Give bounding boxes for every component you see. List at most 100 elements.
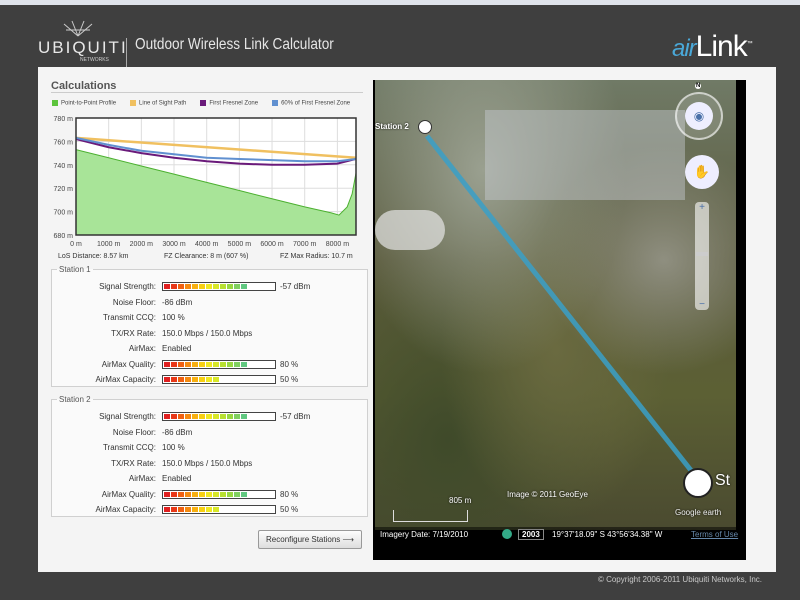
zoom-thumb[interactable] <box>696 252 708 256</box>
x-tick-label: 1000 m <box>97 241 121 248</box>
bar-segment <box>213 361 219 367</box>
station-title: Station 2 <box>59 395 91 404</box>
bar-segment <box>178 491 184 497</box>
bar-segment <box>164 507 170 512</box>
bar-segment <box>199 377 205 382</box>
signal-meter <box>162 282 276 291</box>
bar-segment <box>164 361 170 367</box>
legend-label: First Fresnel Zone <box>209 100 259 107</box>
signal-value: -57 dBm <box>280 282 311 291</box>
app-title: Outdoor Wireless Link Calculator <box>135 36 334 53</box>
bar-segment <box>192 361 198 367</box>
station1-marker-icon[interactable] <box>683 468 713 498</box>
rate-value: 150.0 Mbps / 150.0 Mbps <box>162 458 253 468</box>
capacity-value: 50 % <box>280 505 299 514</box>
stat-row: Transmit CCQ: 100 % <box>52 443 369 455</box>
reconfigure-stations-button[interactable]: Reconfigure Stations ⟶ <box>258 530 362 549</box>
bar-segment <box>192 507 198 512</box>
imagery-date: Imagery Date: 7/19/2010 <box>380 530 469 539</box>
bar-segment <box>206 377 212 382</box>
legend-item: 60% of First Fresnel Zone <box>272 100 350 107</box>
look-control[interactable]: ◉ <box>675 92 723 140</box>
stat-label: Noise Floor: <box>112 427 156 437</box>
bar-segment <box>185 414 191 419</box>
move-control[interactable]: ✋ <box>685 155 719 189</box>
bar-segment <box>185 377 191 382</box>
bar-segment <box>213 414 219 419</box>
legend-label: 60% of First Fresnel Zone <box>281 100 351 107</box>
bar-segment <box>192 284 198 289</box>
bar-segment <box>241 414 247 419</box>
bar-segment <box>178 507 184 512</box>
bar-segment <box>206 507 212 512</box>
bar-segment <box>171 491 177 497</box>
zoom-slider[interactable]: + − <box>695 202 709 310</box>
brand-name: UBIQUITI <box>38 38 128 57</box>
stat-row: AirMax Quality: 80 % <box>52 359 369 372</box>
station1-label: St <box>715 472 731 489</box>
terms-of-use-link[interactable]: Terms of Use <box>691 530 739 539</box>
bar-segment <box>220 414 226 419</box>
stat-label: AirMax Quality: <box>101 489 156 499</box>
quality-value: 80 % <box>280 489 299 499</box>
stat-label: AirMax: <box>128 474 156 483</box>
bar-segment <box>164 491 170 497</box>
zoom-in-icon[interactable]: + <box>695 202 709 213</box>
stat-row: AirMax Capacity: 50 % <box>52 505 369 517</box>
stat-row: Transmit CCQ: 100 % <box>52 313 369 325</box>
bar-segment <box>241 491 247 497</box>
airlink-logo: airLink™ <box>672 30 753 64</box>
los-distance: LoS Distance: 8.57 km <box>58 253 129 260</box>
stat-label: Noise Floor: <box>112 297 156 307</box>
stat-label: AirMax Quality: <box>101 359 156 369</box>
bar-segment <box>185 491 191 497</box>
bar-segment <box>227 414 233 419</box>
x-tick-label: 6000 m <box>260 241 284 248</box>
stat-row: TX/RX Rate: 150.0 Mbps / 150.0 Mbps <box>52 459 369 471</box>
bar-segment <box>213 507 219 512</box>
bar-segment <box>220 284 226 289</box>
legend-item: First Fresnel Zone <box>200 100 258 107</box>
bar-segment <box>199 361 205 367</box>
stat-label: AirMax: <box>128 344 156 353</box>
copyright: © Copyright 2006-2011 Ubiquiti Networks,… <box>597 575 762 584</box>
bar-segment <box>234 284 240 289</box>
bar-segment <box>192 414 198 419</box>
scale-bar <box>393 510 468 522</box>
coordinates: 19°37'18.09" S 43°56'34.38" W <box>552 530 663 539</box>
y-tick-label: 760 m <box>54 139 74 146</box>
chart-legend: Point-to-Point Profile Line of Sight Path… <box>52 100 350 107</box>
bar-segment <box>192 377 198 382</box>
stat-label: Transmit CCQ: <box>102 443 156 452</box>
historical-imagery-clock-icon[interactable] <box>502 529 512 539</box>
legend-item: Point-to-Point Profile <box>52 100 116 107</box>
tm: ™ <box>746 41 753 47</box>
stat-row: AirMax: Enabled <box>52 344 369 356</box>
bar-segment <box>164 284 170 289</box>
bar-segment <box>178 414 184 419</box>
bar-segment <box>206 284 212 289</box>
capacity-value: 50 % <box>280 375 299 384</box>
airlink-prefix: air <box>672 35 697 62</box>
capacity-meter <box>162 505 276 514</box>
eye-icon[interactable]: ◉ <box>685 102 713 130</box>
bar-segment <box>171 507 177 512</box>
bar-segment <box>206 491 212 497</box>
stat-row: AirMax Capacity: 50 % <box>52 375 369 387</box>
bar-segment <box>227 491 233 497</box>
x-tick-label: 5000 m <box>228 241 252 248</box>
bar-segment <box>199 491 205 497</box>
noise-value: -86 dBm <box>162 297 193 307</box>
satellite-imagery[interactable]: Station 2 St ◉ N ✋ + − 805 m Image © 201… <box>375 80 736 530</box>
capacity-meter <box>162 375 276 384</box>
ccq-value: 100 % <box>162 443 185 452</box>
bar-segment <box>206 414 212 419</box>
stat-row: AirMax Quality: 80 % <box>52 489 369 502</box>
historical-year[interactable]: 2003 <box>518 529 544 540</box>
map-status-bar: Imagery Date: 7/19/2010 2003 19°37'18.09… <box>375 527 739 542</box>
fz-max-radius: FZ Max Radius: 10.7 m <box>280 253 353 260</box>
zoom-out-icon[interactable]: − <box>695 299 709 310</box>
google-earth-map[interactable]: Station 2 St ◉ N ✋ + − 805 m Image © 201… <box>373 80 746 560</box>
station2-marker-icon[interactable] <box>418 120 432 134</box>
noise-value: -86 dBm <box>162 427 193 437</box>
